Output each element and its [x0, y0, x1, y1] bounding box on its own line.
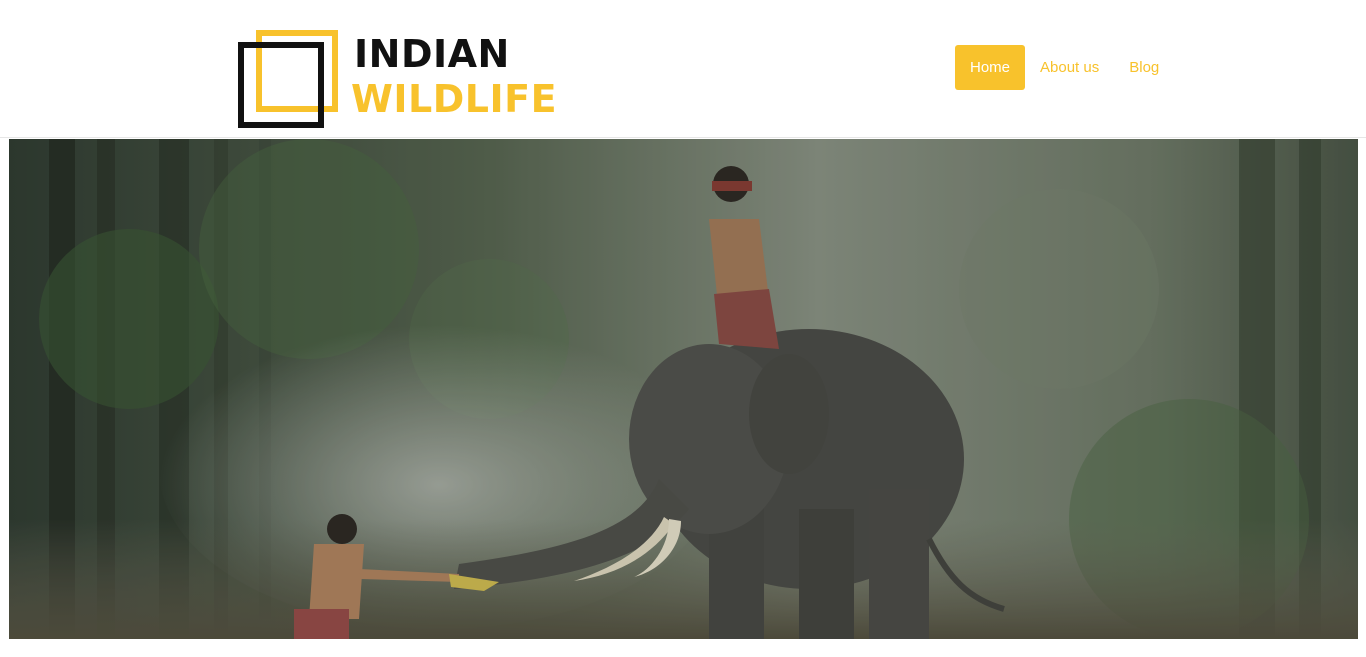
- hero-photo-elephant-forest: [9, 139, 1358, 639]
- site-header: INDIAN WILDLIFE Home About us Blog: [0, 0, 1366, 138]
- nav-blog-link[interactable]: Blog: [1114, 45, 1174, 90]
- main-navigation: Home About us Blog: [955, 45, 1174, 90]
- site-logo[interactable]: INDIAN WILDLIFE: [238, 30, 557, 130]
- nav-about-us-link[interactable]: About us: [1025, 45, 1114, 90]
- logo-text-line-1: INDIAN: [354, 32, 510, 76]
- nav-home-link[interactable]: Home: [955, 45, 1026, 90]
- double-square-logo-icon: [238, 30, 338, 128]
- logo-text-line-2: WILDLIFE: [351, 77, 558, 121]
- hero-banner: [9, 139, 1358, 639]
